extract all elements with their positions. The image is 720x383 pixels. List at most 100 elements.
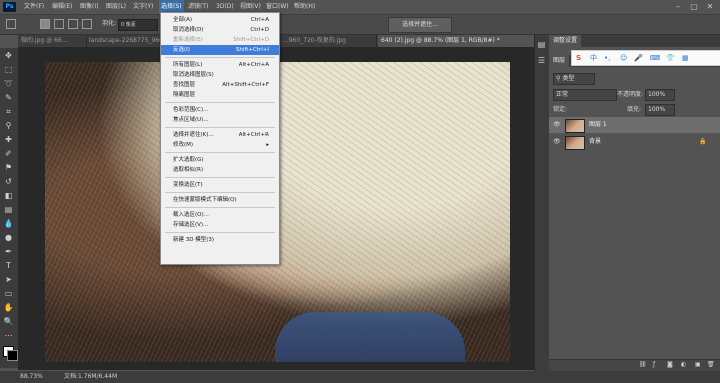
select-menu-item[interactable]: 载入选区(O)...	[161, 210, 279, 220]
minimize-icon[interactable]: –	[672, 1, 684, 13]
fill-input[interactable]: 100%	[645, 104, 675, 116]
menu-help[interactable]: 帮助(H)	[294, 0, 315, 14]
stamp-tool-icon[interactable]: ⚑	[3, 162, 14, 173]
dodge-tool-icon[interactable]: ●	[3, 232, 14, 243]
brush-tool-icon[interactable]: ✐	[3, 148, 14, 159]
eyedropper-tool-icon[interactable]: ⚲	[3, 120, 14, 131]
hand-tool-icon[interactable]: ✋	[3, 302, 14, 313]
gradient-tool-icon[interactable]: ▤	[3, 204, 14, 215]
select-menu-item[interactable]: 新建 3D 模型(3)	[161, 235, 279, 245]
more-tools-icon[interactable]: ⋯	[3, 330, 14, 341]
subtract-selection-icon[interactable]	[68, 19, 78, 29]
select-menu-item[interactable]: 重新选择(E) Shift+Ctrl+D	[161, 35, 279, 45]
menu-type[interactable]: 文字(Y)	[133, 0, 153, 14]
select-menu-item[interactable]: 存储选区(V)...	[161, 220, 279, 230]
eraser-tool-icon[interactable]: ◧	[3, 190, 14, 201]
quick-select-tool-icon[interactable]: ✎	[3, 92, 14, 103]
toolbox-icon[interactable]: ▦	[682, 51, 689, 65]
feather-input[interactable]: 0 像素	[118, 19, 158, 31]
select-menu-item[interactable]: 所有图层(L) Alt+Ctrl+A	[161, 60, 279, 70]
ime-mode[interactable]: 中	[590, 51, 597, 65]
shape-tool-icon[interactable]: ▭	[3, 288, 14, 299]
select-and-mask-button[interactable]: 选择并遮住...	[388, 17, 452, 33]
menu-separator	[165, 232, 275, 233]
blur-tool-icon[interactable]: 💧	[3, 218, 14, 229]
visibility-eye-icon[interactable]: 👁	[553, 134, 561, 150]
type-tool-icon[interactable]: T	[3, 260, 14, 271]
background-color-swatch[interactable]	[7, 350, 18, 361]
layers-panel: 调整设置 图层 通道 路径 ⚲ 类型 正常 不透明度: 100% 锁定: 填充:…	[549, 35, 720, 372]
intersect-selection-icon[interactable]	[82, 19, 92, 29]
history-brush-icon[interactable]: ↺	[3, 176, 14, 187]
crop-tool-icon[interactable]: ⌗	[3, 106, 14, 117]
menu-bar: Ps 文件(F) 编辑(E) 图像(I) 图层(L) 文字(Y) 选择(S) 滤…	[0, 0, 720, 15]
keyboard-icon[interactable]: ⌨	[650, 51, 660, 65]
emoji-icon[interactable]: ☺	[620, 51, 627, 65]
lasso-tool-icon[interactable]: ➰	[3, 78, 14, 89]
punctuation-icon[interactable]: •,	[604, 51, 610, 65]
fx-icon[interactable]: ƒ	[653, 361, 655, 368]
move-tool-icon[interactable]: ✥	[3, 50, 14, 61]
mic-icon[interactable]: 🎤	[634, 51, 643, 65]
select-menu-item[interactable]: 全部(A) Ctrl+A	[161, 15, 279, 25]
tab-layers[interactable]: 图层	[549, 55, 570, 67]
blend-mode-select[interactable]: 正常	[553, 89, 617, 101]
properties-panel-icon[interactable]: ☰	[536, 55, 547, 66]
trash-icon[interactable]: 🗑	[707, 361, 715, 368]
select-menu-item[interactable]: 取消选择图层(S)	[161, 70, 279, 80]
new-selection-icon[interactable]	[40, 19, 50, 29]
select-menu-item[interactable]: 选取相似(R)	[161, 165, 279, 175]
menu-item-shortcut: Alt+Ctrl+R	[238, 132, 269, 138]
layer-row-1[interactable]: 👁 图层 1	[549, 117, 720, 133]
zoom-tool-icon[interactable]: 🔍	[3, 316, 14, 327]
pen-tool-icon[interactable]: ✒	[3, 246, 14, 257]
zoom-level[interactable]: 88.73%	[20, 371, 43, 383]
history-panel-icon[interactable]: ▤	[536, 39, 547, 50]
healing-tool-icon[interactable]: ✚	[3, 134, 14, 145]
select-menu-item[interactable]: 修改(M) ▸	[161, 140, 279, 150]
link-layers-icon[interactable]: ⛓	[639, 361, 647, 368]
menu-item-shortcut: Shift+Ctrl+I	[235, 47, 269, 53]
select-menu-item[interactable]: 变换选区(T)	[161, 180, 279, 190]
menu-item-label: 取消选择(D)	[173, 27, 204, 33]
menu-image[interactable]: 图像(I)	[80, 0, 98, 14]
tab-adjustments[interactable]: 调整设置	[549, 35, 582, 47]
marquee-tool-icon[interactable]: ⬚	[3, 64, 14, 75]
layer-filter-select[interactable]: ⚲ 类型	[553, 73, 595, 85]
layer-thumbnail	[565, 119, 585, 133]
select-menu-item[interactable]: 扩大选取(G)	[161, 155, 279, 165]
select-menu-item[interactable]: 在快速蒙版模式下编辑(Q)	[161, 195, 279, 205]
select-menu-item[interactable]: 隔离图层	[161, 90, 279, 100]
close-icon[interactable]: ✕	[704, 1, 716, 13]
add-selection-icon[interactable]	[54, 19, 64, 29]
tab-doc-active[interactable]: 640 (2).jpg @ 88.7% (图层 1, RGB/8#) *	[378, 35, 535, 47]
mask-icon[interactable]: ◙	[667, 361, 673, 368]
select-menu-dropdown: 全部(A) Ctrl+A 取消选择(D) Ctrl+D 重新选择(E) Shift+Ctr…	[160, 12, 280, 265]
menu-edit[interactable]: 编辑(E)	[52, 0, 72, 14]
opacity-input[interactable]: 100%	[645, 89, 675, 101]
restore-icon[interactable]: ▢	[688, 1, 700, 13]
menu-item-shortcut: ▸	[266, 142, 269, 148]
new-layer-icon[interactable]: ▣	[695, 361, 701, 368]
tools-panel: ✥ ⬚ ➰ ✎ ⌗ ⚲ ✚ ✐ ⚑ ↺ ◧ ▤ 💧 ● ✒ T ➤ ▭ ✋ 🔍 …	[0, 48, 18, 368]
menu-file[interactable]: 文件(F)	[24, 0, 44, 14]
select-menu-item[interactable]: 取消选择(D) Ctrl+D	[161, 25, 279, 35]
tab-doc-3[interactable]: ...960_720-恢复的.jpg	[280, 35, 377, 47]
select-menu-item[interactable]: 色彩范围(C)...	[161, 105, 279, 115]
menu-layer[interactable]: 图层(L)	[106, 0, 126, 14]
path-select-icon[interactable]: ➤	[3, 274, 14, 285]
menu-item-label: 存储选区(V)...	[173, 222, 209, 228]
select-menu-item[interactable]: 焦点区域(U)...	[161, 115, 279, 125]
skin-icon[interactable]: 👕	[666, 51, 675, 65]
layer-row-background[interactable]: 👁 背景 🔒	[549, 134, 720, 150]
select-menu-item[interactable]: 反选(I) Shift+Ctrl+I	[161, 45, 279, 55]
select-menu-item[interactable]: 查找图层 Alt+Shift+Ctrl+F	[161, 80, 279, 90]
adjustment-icon[interactable]: ◐	[681, 361, 686, 368]
select-menu-item[interactable]: 选择并遮住(K)... Alt+Ctrl+R	[161, 130, 279, 140]
tab-doc-1[interactable]: 微的.jpg @ 66...	[18, 35, 87, 47]
visibility-eye-icon[interactable]: 👁	[553, 117, 561, 133]
marquee-preset-icon[interactable]	[6, 19, 16, 29]
layer-name: 图层 1	[589, 121, 607, 128]
sogou-logo: S	[576, 54, 582, 62]
menu-item-label: 取消选择图层(S)	[173, 72, 214, 78]
